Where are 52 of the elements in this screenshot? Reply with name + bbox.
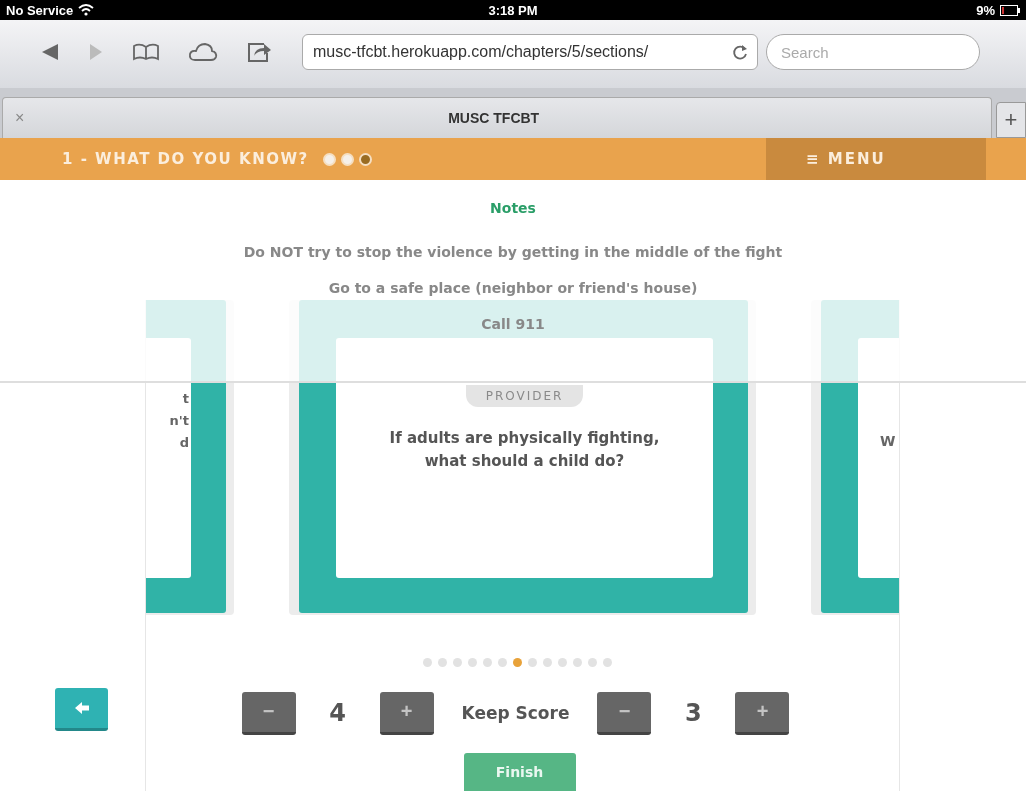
notes-title: Notes (490, 200, 536, 216)
page-dot[interactable] (573, 658, 582, 667)
increment-button[interactable]: + (735, 691, 790, 735)
browser-tab[interactable]: × MUSC TFCBT (2, 97, 992, 138)
arrow-left-icon (73, 701, 90, 715)
page-dot[interactable] (513, 658, 522, 667)
menu-button[interactable]: ≡ MENU (766, 138, 986, 180)
decrement-button[interactable]: − (241, 691, 296, 735)
note-text: Go to a safe place (neighbor or friend's house) (328, 280, 698, 296)
carrier-text: No Service (6, 2, 74, 18)
card-text: d (179, 434, 189, 452)
card-text: W (880, 432, 896, 451)
card-text: t (182, 390, 189, 408)
finish-button[interactable]: Finish (463, 753, 576, 791)
note-text: Call 911 (481, 316, 545, 332)
back-button[interactable] (55, 688, 108, 731)
score-value: 4 (328, 699, 347, 727)
book-icon[interactable] (132, 43, 160, 61)
page-dot[interactable] (468, 658, 477, 667)
page-dot[interactable] (483, 658, 492, 667)
back-icon[interactable] (40, 43, 60, 61)
battery-percent: 9% (976, 2, 995, 18)
share-icon[interactable] (246, 41, 272, 63)
keep-score-label: Keep Score (461, 703, 570, 723)
page-dot[interactable] (423, 658, 432, 667)
page-dot[interactable] (498, 658, 507, 667)
address-bar[interactable]: musc-tfcbt.herokuapp.com/chapters/5/sections/ (302, 34, 758, 70)
page-dot[interactable] (558, 658, 567, 667)
new-tab-button[interactable]: + (996, 102, 1026, 138)
score-value: 3 (684, 699, 703, 727)
reload-icon[interactable] (731, 43, 749, 61)
tab-title: MUSC TFCBT (447, 110, 541, 126)
page-dot[interactable] (528, 658, 537, 667)
page-dot[interactable] (543, 658, 552, 667)
cloud-icon[interactable] (188, 42, 218, 62)
page-dot[interactable] (438, 658, 447, 667)
page-dot[interactable] (603, 658, 612, 667)
forward-icon[interactable] (88, 43, 104, 61)
wifi-icon (78, 4, 95, 16)
note-text: Do NOT try to stop the violence by getting in the middle of the fight (243, 244, 783, 260)
clock-time: 3:18 PM (488, 2, 538, 18)
page-dot[interactable] (588, 658, 597, 667)
section-title: 1 - WHAT DO YOU KNOW? (62, 150, 309, 168)
decrement-button[interactable]: − (597, 691, 652, 735)
search-field[interactable]: Search (766, 34, 980, 70)
card-text: n't (169, 412, 189, 430)
increment-button[interactable]: + (379, 691, 434, 735)
card-question: If adults are physically fighting, what should a child do? (389, 428, 660, 472)
page-dot[interactable] (453, 658, 462, 667)
tab-close-button[interactable]: × (3, 109, 37, 127)
battery-icon (1000, 4, 1020, 16)
card-tag: PROVIDER (465, 385, 584, 407)
